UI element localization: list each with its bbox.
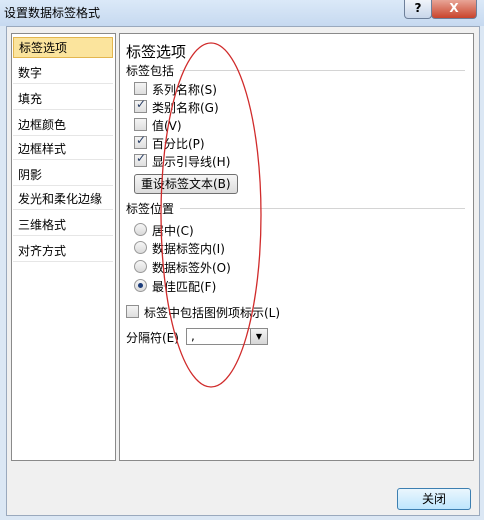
radio-button[interactable] [134,279,147,292]
radio-button[interactable] [134,223,147,236]
radio-selected-dot [138,283,143,288]
checkbox-box[interactable]: ✓ [134,151,147,167]
options-panel: 标签选项 标签包括 系列名称(S) ✓ 类别名称(G) 值(V) ✓ 百分比(P… [119,33,474,461]
nav-item-glow-soft-edges[interactable]: 发光和柔化边缘 [13,189,113,210]
checkmark-icon: ✓ [136,133,147,147]
label-position-heading: 标签位置 [126,202,175,216]
checkbox-box[interactable]: ✓ [134,97,147,113]
nav-item-shadow[interactable]: 阴影 [13,165,113,186]
radio-button[interactable] [134,241,147,254]
nav-item-fill[interactable]: 填充 [13,89,113,110]
close-icon: X [449,1,459,15]
label-contains-heading: 标签包括 [126,64,175,78]
checkbox-label: 显示引导线(H) [152,155,231,169]
nav-item-label-options[interactable]: 标签选项 [13,37,113,58]
checkmark-icon: ✓ [136,151,147,165]
separator-dropdown[interactable]: , ▼ [186,328,268,345]
panel-title: 标签选项 [126,43,187,61]
radio-button[interactable] [134,260,147,273]
checkbox-label: 标签中包括图例项标示(L) [144,306,281,320]
checkbox-box[interactable] [134,82,147,95]
checkbox-label: 百分比(P) [152,137,205,151]
window-close-button[interactable]: X [431,0,477,19]
nav-item-alignment[interactable]: 对齐方式 [13,241,113,262]
help-button[interactable]: ? [404,0,432,19]
nav-item-border-color[interactable]: 边框颜色 [13,115,113,136]
chevron-down-icon[interactable]: ▼ [250,329,267,344]
section-divider [180,208,465,209]
radio-label: 数据标签内(I) [152,242,225,256]
checkbox-label: 值(V) [152,119,182,133]
separator-label: 分隔符(E) [126,331,179,345]
title-bar: 设置数据标签格式 ? X [0,0,484,26]
checkbox-box[interactable]: ✓ [134,133,147,149]
window-title: 设置数据标签格式 [4,6,101,20]
category-list: 标签选项 数字 填充 边框颜色 边框样式 阴影 发光和柔化边缘 三维格式 对齐方… [11,33,116,461]
reset-label-text-button[interactable]: 重设标签文本(B) [134,174,238,194]
radio-label: 最佳匹配(F) [152,280,217,294]
dialog-body: 标签选项 数字 填充 边框颜色 边框样式 阴影 发光和柔化边缘 三维格式 对齐方… [6,26,480,516]
separator-value: , [191,329,195,343]
checkbox-label: 系列名称(S) [152,83,217,97]
close-button[interactable]: 关闭 [397,488,471,510]
checkmark-icon: ✓ [136,97,147,111]
nav-item-3d-format[interactable]: 三维格式 [13,215,113,236]
checkbox-label: 类别名称(G) [152,101,219,115]
section-divider [180,70,465,71]
nav-item-number[interactable]: 数字 [13,63,113,84]
checkbox-box[interactable] [126,305,139,318]
checkbox-box[interactable] [134,118,147,131]
radio-label: 居中(C) [152,224,194,238]
nav-item-border-style[interactable]: 边框样式 [13,139,113,160]
radio-label: 数据标签外(O) [152,261,231,275]
